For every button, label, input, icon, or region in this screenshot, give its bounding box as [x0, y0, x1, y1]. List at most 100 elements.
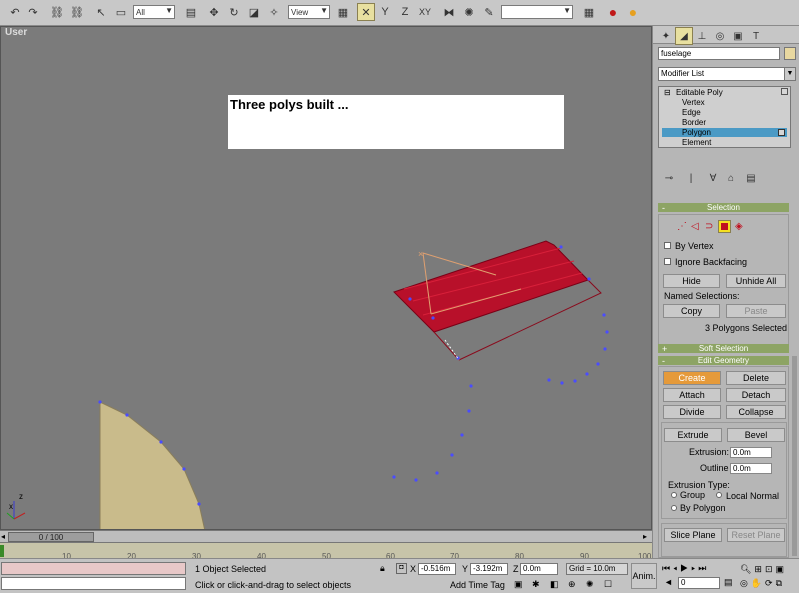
unlink-icon[interactable]: ⛓ [68, 3, 86, 21]
polygon-mode-icon[interactable] [718, 220, 731, 233]
divide-button[interactable]: Divide [663, 405, 721, 419]
axis-y-icon[interactable]: Y [376, 3, 394, 21]
modifier-stack[interactable]: ⊟ Editable Poly Vertex Edge Border Polygo… [658, 86, 791, 148]
named-selection-dropdown[interactable]: ▼ [501, 5, 573, 19]
attach-button[interactable]: Attach [663, 388, 721, 402]
track-bar[interactable]: 10 20 30 40 50 60 70 80 90 100 [0, 542, 652, 561]
detach-button[interactable]: Detach [726, 388, 786, 402]
user-viewport[interactable]: User × z x Three polys built ... [0, 26, 652, 530]
selection-filter-dropdown[interactable]: All ▼ [133, 5, 175, 19]
maxscript-input-field[interactable] [1, 577, 186, 590]
time-config-icon[interactable]: ▤ [724, 577, 733, 588]
motion-tab-icon[interactable]: ◎ [711, 27, 729, 45]
quick-render-icon[interactable]: ● [624, 3, 642, 21]
rotate-icon[interactable]: ↻ [225, 3, 243, 21]
absolute-mode-icon[interactable]: ◘ [396, 563, 407, 574]
reset-plane-button[interactable]: Reset Plane [727, 528, 785, 542]
degrade-icon[interactable]: ✺ [586, 579, 594, 590]
stack-item-border[interactable]: Border [662, 118, 787, 127]
axis-xy-icon[interactable]: XY [416, 3, 434, 21]
maxscript-listener-field[interactable] [1, 562, 186, 575]
select-icon[interactable]: ↖ [92, 3, 110, 21]
unhide-all-button[interactable]: Unhide All [726, 274, 786, 288]
configure-sets-icon[interactable]: ▤ [742, 169, 760, 187]
extrusion-spinner[interactable]: 0.0m [730, 447, 772, 458]
delete-button[interactable]: Delete [726, 371, 786, 385]
time-slider[interactable]: 0 / 100 [8, 532, 94, 542]
stack-root[interactable]: ⊟ Editable Poly [662, 88, 787, 97]
collapse-icon[interactable]: ⊟ [664, 88, 671, 97]
extrude-button[interactable]: Extrude [664, 428, 722, 442]
modify-tab-icon[interactable]: ◢ [675, 27, 693, 45]
current-frame-field[interactable]: 0 [678, 577, 720, 589]
stack-item-vertex[interactable]: Vertex [662, 98, 787, 107]
element-mode-icon[interactable]: ◈ [735, 221, 743, 232]
edit-geometry-rollout-header[interactable]: - Edit Geometry [658, 356, 789, 366]
modifier-list-dropdown[interactable]: Modifier List ▼ [658, 67, 796, 81]
create-tab-icon[interactable]: ✦ [657, 27, 675, 45]
move-icon[interactable]: ✥ [205, 3, 223, 21]
link-icon[interactable]: ⛓ [48, 3, 66, 21]
collapse-button[interactable]: Collapse [726, 405, 786, 419]
lock-selection-icon[interactable]: 🔒︎ [380, 563, 385, 574]
select-manipulate-icon[interactable]: ✧ [265, 3, 283, 21]
playback-controls[interactable]: ⏮◂▶▸⏭ [662, 563, 730, 575]
copy-button[interactable]: Copy [663, 304, 720, 318]
slice-plane-button[interactable]: Slice Plane [664, 528, 722, 542]
key-mode-icon[interactable]: ◧ [550, 579, 559, 590]
toggle-icon[interactable]: ▣ [514, 579, 523, 590]
z-coordinate-field[interactable]: 0.0m [520, 563, 558, 575]
stack-item-polygon[interactable]: Polygon [662, 128, 787, 137]
by-vertex-checkbox[interactable] [664, 242, 671, 249]
x-coordinate-field[interactable]: -0.516m [418, 563, 456, 575]
make-unique-icon[interactable]: ∀ [704, 169, 722, 187]
viewport-navigation-controls[interactable]: 🔍︎⊞⊡▣ ◎✋⟳⧉ [740, 562, 798, 592]
show-end-result-icon[interactable]: | [682, 169, 700, 187]
hierarchy-tab-icon[interactable]: ⊥ [693, 27, 711, 45]
snap-icon[interactable]: ✎ [480, 3, 498, 21]
selection-rollout-header[interactable]: - Selection [658, 203, 789, 213]
stack-item-element[interactable]: Element [662, 138, 787, 147]
display-tab-icon[interactable]: ▣ [729, 27, 747, 45]
command-panel-scrollbar[interactable] [792, 356, 797, 556]
border-mode-icon[interactable]: ⊃ [705, 221, 713, 232]
by-polygon-radio[interactable] [671, 505, 677, 511]
time-slider-next-icon[interactable]: ▸ [643, 532, 647, 541]
render-scene-icon[interactable]: ● [604, 3, 622, 21]
object-color-swatch[interactable] [784, 47, 796, 60]
animate-button[interactable]: Anim. [631, 563, 657, 589]
utilities-tab-icon[interactable]: T [747, 27, 765, 45]
stack-item-edge[interactable]: Edge [662, 108, 787, 117]
bevel-button[interactable]: Bevel [727, 428, 785, 442]
material-editor-icon[interactable]: ▦ [580, 3, 598, 21]
pivot-icon[interactable]: ▦ [334, 3, 352, 21]
stack-root-toggle[interactable] [781, 88, 788, 95]
hide-button[interactable]: Hide [663, 274, 720, 288]
undo-icon[interactable]: ↶ [6, 3, 24, 21]
pin-stack-icon[interactable]: ⊸ [660, 169, 678, 187]
soft-selection-rollout-header[interactable]: + Soft Selection [658, 344, 789, 354]
group-radio[interactable] [671, 492, 677, 498]
axis-z-icon[interactable]: Z [396, 3, 414, 21]
mirror-icon[interactable]: ⧓ [440, 3, 458, 21]
vertex-mode-icon[interactable]: ⋰ [677, 221, 687, 232]
align-icon[interactable]: ✺ [460, 3, 478, 21]
object-name-field[interactable]: fuselage [658, 47, 780, 60]
scale-icon[interactable]: ◪ [245, 3, 263, 21]
outline-spinner[interactable]: 0.0m [730, 463, 772, 474]
ignore-backfacing-checkbox[interactable] [664, 258, 671, 265]
create-button[interactable]: Create [663, 371, 721, 385]
reference-coord-dropdown[interactable]: View ▼ [288, 5, 330, 19]
key-mode-toggle-icon[interactable]: ◄ [664, 577, 673, 587]
add-time-tag-button[interactable]: Add Time Tag [450, 580, 505, 590]
select-region-icon[interactable]: ▭ [112, 3, 130, 21]
y-coordinate-field[interactable]: -3.192m [470, 563, 508, 575]
key-filter-icon[interactable]: ✱ [532, 579, 540, 590]
time-slider-prev-icon[interactable]: ◂ [1, 532, 5, 541]
redo-icon[interactable]: ↷ [24, 3, 42, 21]
local-normal-radio[interactable] [716, 492, 722, 498]
crossing-icon[interactable]: ⊕ [568, 579, 576, 590]
remove-modifier-icon[interactable]: ⌂ [722, 169, 740, 187]
axis-x-icon[interactable]: ✕ [357, 3, 375, 21]
snap-toggle-icon[interactable]: ☐ [604, 579, 612, 590]
